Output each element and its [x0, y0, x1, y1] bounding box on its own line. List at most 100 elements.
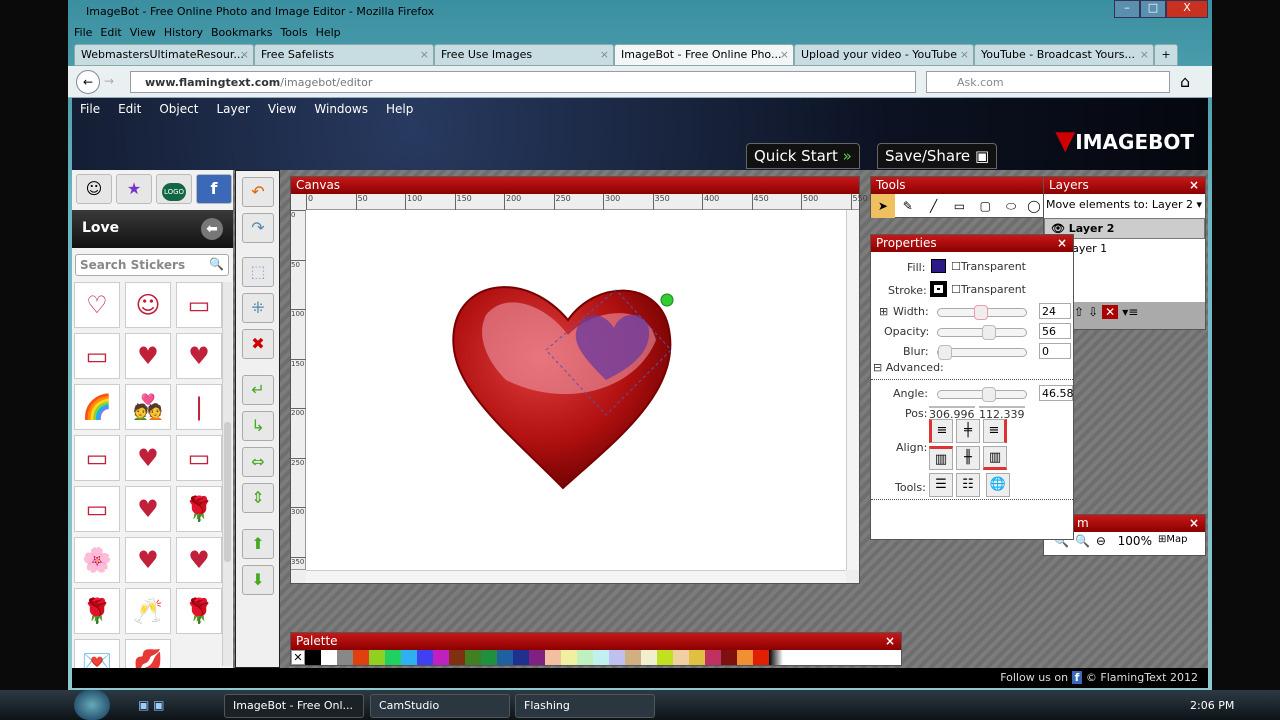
select-all-button[interactable]: ⬚	[242, 257, 274, 287]
palette-swatch[interactable]	[337, 650, 353, 665]
angle-slider[interactable]	[937, 387, 1027, 402]
palette-swatch[interactable]	[481, 650, 497, 665]
close-tab-icon[interactable]: ×	[600, 48, 609, 61]
palette-swatch[interactable]	[737, 650, 753, 665]
close-icon[interactable]: ×	[885, 634, 895, 648]
layer-up-icon[interactable]: ⇧	[1074, 305, 1084, 319]
close-tab-icon[interactable]: ×	[1140, 48, 1149, 61]
palette-swatch[interactable]	[417, 650, 433, 665]
move-layer-select[interactable]: Layer 2	[1152, 198, 1193, 211]
menu-file[interactable]: File	[74, 26, 92, 39]
palette-swatch[interactable]	[673, 650, 689, 665]
palette-swatch[interactable]	[625, 650, 641, 665]
blur-input[interactable]: 0	[1039, 343, 1071, 359]
palette-swatch[interactable]	[305, 650, 321, 665]
ellipse-tool-icon[interactable]: ⬭	[998, 194, 1024, 218]
arrow-left-button[interactable]: ↵	[242, 375, 274, 405]
close-tab-icon[interactable]: ×	[960, 48, 969, 61]
smiley-icon[interactable]: ☺	[76, 174, 112, 204]
send-to-back-button[interactable]: ☷	[956, 473, 980, 497]
tab-free-use-images[interactable]: Free Use Images ×	[434, 44, 614, 66]
menu-edit[interactable]: Edit	[100, 26, 121, 39]
sticker-item[interactable]: 🌹	[176, 486, 222, 532]
app-menu-edit[interactable]: Edit	[118, 102, 141, 116]
palette-swatch[interactable]	[577, 650, 593, 665]
palette-swatch[interactable]	[689, 650, 705, 665]
search-input[interactable]: Ask.com	[926, 71, 1170, 93]
width-input[interactable]: 24	[1039, 303, 1071, 319]
align-middle-button[interactable]: ╫	[956, 446, 980, 470]
quick-launch-icons[interactable]: ▣ ▣	[138, 698, 165, 712]
arrow-down-button[interactable]: ↳	[242, 411, 274, 441]
tab-safelists[interactable]: Free Safelists ×	[254, 44, 434, 66]
back-button[interactable]: ←	[76, 70, 100, 94]
opacity-slider[interactable]	[937, 325, 1027, 340]
sticker-item[interactable]: ▭	[74, 333, 120, 379]
app-menu-layer[interactable]: Layer	[216, 102, 249, 116]
palette-swatch[interactable]	[433, 650, 449, 665]
sticker-item[interactable]: 🌈	[74, 384, 120, 430]
sticker-item[interactable]: ☺	[125, 282, 171, 328]
rotate-handle[interactable]	[660, 293, 674, 307]
minimize-button[interactable]: –	[1114, 0, 1140, 18]
sticker-item[interactable]: |	[176, 384, 222, 430]
sticker-item[interactable]: ▭	[176, 282, 222, 328]
app-menu-object[interactable]: Object	[159, 102, 198, 116]
close-icon[interactable]: ×	[1189, 178, 1199, 192]
logo-icon[interactable]: LOGO	[156, 174, 192, 204]
palette-swatch[interactable]	[561, 650, 577, 665]
rectangle-tool-icon[interactable]: ▭	[947, 194, 973, 218]
tab-youtube-broadcast[interactable]: YouTube - Broadcast Yours... ×	[974, 44, 1154, 66]
move-up-button[interactable]: ⬆	[242, 529, 274, 559]
sticker-item[interactable]: ♥	[125, 435, 171, 481]
blur-slider[interactable]	[937, 345, 1027, 360]
delete-button[interactable]: ✖	[242, 329, 274, 359]
facebook-icon[interactable]: f	[1071, 671, 1083, 684]
palette-swatch[interactable]	[449, 650, 465, 665]
gradient-swatch[interactable]	[769, 650, 783, 665]
move-down-button[interactable]: ⬇	[242, 565, 274, 595]
menu-tools[interactable]: Tools	[280, 26, 307, 39]
taskbar-item-flashing[interactable]: Flashing	[515, 694, 655, 718]
sticker-item[interactable]: 🥂	[125, 588, 171, 634]
advanced-toggle[interactable]: ⊟ Advanced:	[873, 361, 944, 374]
sticker-item[interactable]: ♥	[125, 537, 171, 583]
drawing-canvas[interactable]	[306, 210, 846, 570]
palette-swatch[interactable]	[753, 650, 769, 665]
fill-color-swatch[interactable]	[931, 259, 946, 273]
canvas-v-scrollbar[interactable]	[846, 210, 859, 570]
search-icon[interactable]: 🔍	[209, 257, 224, 271]
sticker-item[interactable]: ▭	[74, 435, 120, 481]
palette-swatch[interactable]	[609, 650, 625, 665]
zoom-out-icon[interactable]: ⊖	[1096, 534, 1106, 548]
palette-swatch[interactable]	[721, 650, 737, 665]
palette-swatch[interactable]	[545, 650, 561, 665]
redo-button[interactable]: ↷	[242, 213, 274, 243]
zoom-value[interactable]: 100%	[1112, 534, 1152, 548]
layer-down-icon[interactable]: ⇩	[1088, 305, 1098, 319]
slider-knob[interactable]	[938, 345, 952, 360]
align-right-button[interactable]: ≡	[983, 419, 1007, 443]
home-icon[interactable]: ⌂	[1180, 72, 1190, 91]
sticker-item[interactable]: ▭	[176, 435, 222, 481]
quick-start-button[interactable]: Quick Start »	[746, 143, 860, 169]
map-toggle[interactable]: ⊞Map	[1158, 534, 1188, 548]
menu-history[interactable]: History	[164, 26, 203, 39]
slider-knob[interactable]	[982, 387, 996, 402]
pointer-tool-icon[interactable]: ➤	[871, 194, 895, 218]
save-share-button[interactable]: Save/Share ▣	[877, 143, 998, 169]
align-bottom-button[interactable]: ▥	[983, 446, 1007, 470]
width-expand-icon[interactable]: ⊞	[879, 305, 888, 318]
sticker-item[interactable]: ♡	[74, 282, 120, 328]
scrollbar-thumb[interactable]	[224, 422, 231, 562]
sticker-item[interactable]: 🌹	[74, 588, 120, 634]
start-button[interactable]	[74, 690, 110, 720]
undo-button[interactable]: ↶	[242, 177, 274, 207]
close-icon[interactable]: ×	[1189, 516, 1199, 530]
sticker-item[interactable]: 🌹	[176, 588, 222, 634]
transparent-swatch[interactable]: ✕	[291, 650, 305, 665]
palette-swatch[interactable]	[593, 650, 609, 665]
slider-knob[interactable]	[982, 325, 996, 340]
palette-swatch[interactable]	[385, 650, 401, 665]
taskbar-item-camstudio[interactable]: CamStudio	[370, 694, 510, 718]
